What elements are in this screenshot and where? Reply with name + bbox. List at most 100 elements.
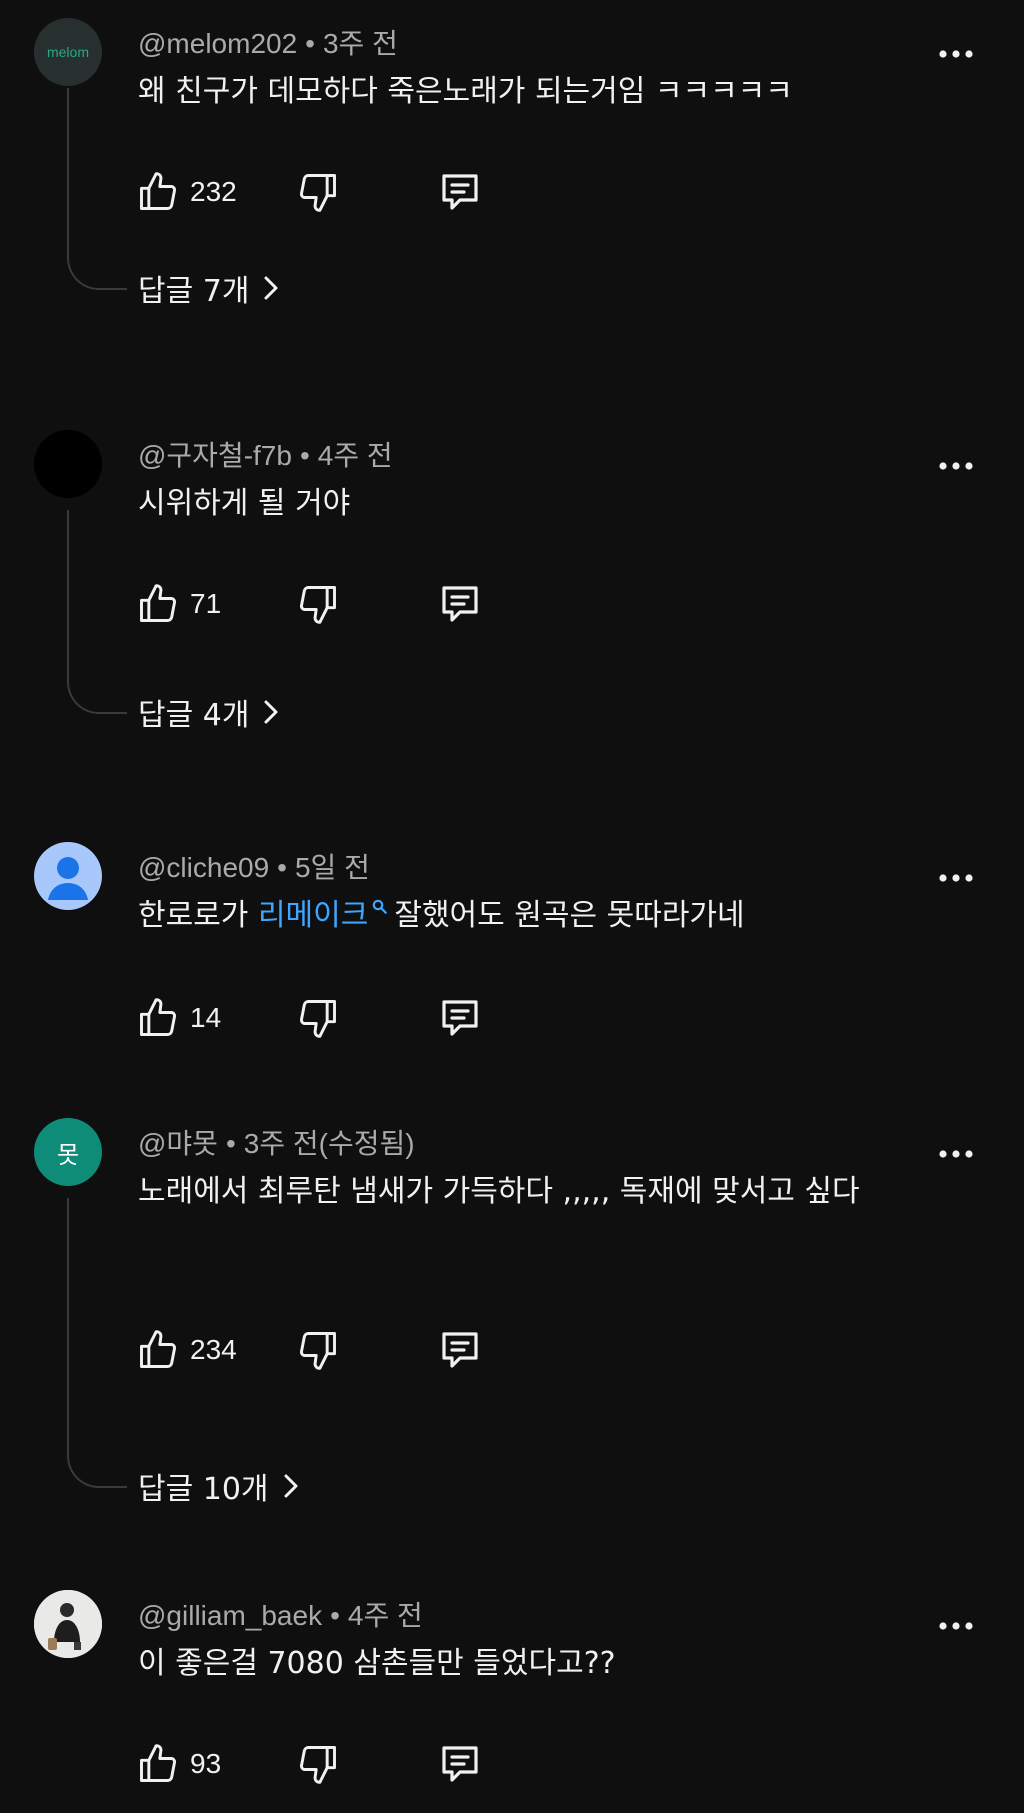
dislike-button[interactable] — [296, 1324, 340, 1376]
like-count: 14 — [190, 1002, 222, 1033]
like-count: 93 — [190, 1748, 222, 1779]
show-replies-button[interactable]: 답글 4개 — [138, 688, 279, 736]
avatar[interactable] — [34, 1590, 102, 1658]
more-vertical-dots-icon — [939, 462, 973, 470]
replies-count-label: 답글 7개 — [138, 274, 250, 309]
more-vertical-dots-icon — [939, 1150, 973, 1158]
dislike-button[interactable] — [296, 578, 340, 630]
reply-button[interactable] — [436, 578, 484, 630]
avatar-text: 못 — [56, 1140, 80, 1169]
default-user-icon — [48, 857, 88, 900]
avatar-text: melom — [46, 44, 89, 60]
avatar[interactable] — [34, 842, 102, 910]
comment-text: 노래에서 최루탄 냄새가 가득하다 ,,,,, 독재에 맞서고 싶다 — [138, 1174, 860, 1209]
like-count: 232 — [190, 176, 237, 207]
thumbs-up-icon — [140, 1744, 177, 1782]
comment-actions: 93 — [136, 1738, 496, 1790]
thumbs-down-icon — [299, 586, 336, 624]
comment-meta: @cliche09 • 5일 전 — [138, 846, 370, 886]
more-actions-button[interactable] — [936, 456, 976, 476]
thread-line — [67, 1198, 127, 1488]
thread-line — [67, 510, 127, 714]
thumbs-up-icon — [140, 172, 177, 210]
comment-text: 시위하게 될 거야 — [138, 486, 351, 521]
like-count: 71 — [190, 588, 222, 619]
comment-text: 한로로가 리메이크 잘했어도 원곡은 못따라가네 — [138, 890, 918, 942]
dislike-button[interactable] — [296, 992, 340, 1044]
comment-actions: 232 — [136, 166, 496, 218]
comment-time[interactable]: 4주 전 — [318, 440, 393, 471]
more-actions-button[interactable] — [936, 1144, 976, 1164]
reply-button[interactable] — [436, 166, 484, 218]
reply-button[interactable] — [436, 992, 484, 1044]
thumbs-down-icon — [299, 1000, 336, 1038]
thread-line — [67, 88, 127, 290]
more-actions-button[interactable] — [936, 868, 976, 888]
more-vertical-dots-icon — [939, 874, 973, 882]
meta-separator: • — [299, 440, 310, 471]
comment-meta: @gilliam_baek • 4주 전 — [138, 1594, 423, 1634]
thumbs-down-icon — [299, 174, 336, 212]
chevron-right-icon — [264, 700, 278, 724]
comment-icon — [442, 586, 478, 622]
reply-button[interactable] — [436, 1738, 484, 1790]
comment-text-part: 잘했어도 원곡은 못따라가네 — [394, 898, 745, 933]
more-actions-button[interactable] — [936, 1616, 976, 1636]
comment-icon — [442, 1746, 478, 1782]
comment-time[interactable]: 3주 전(수정됨) — [244, 1128, 415, 1159]
comment-icon — [442, 1332, 478, 1368]
replies-count-label: 답글 10개 — [138, 1472, 269, 1507]
comment-meta: @구자철-f7b • 4주 전 — [138, 434, 393, 474]
dislike-button[interactable] — [296, 166, 340, 218]
comment-icon — [442, 174, 478, 210]
author-name[interactable]: @gilliam_baek — [138, 1600, 322, 1631]
comment-time[interactable]: 3주 전 — [323, 28, 398, 59]
comment-text: 이 좋은걸 7080 삼촌들만 들었다고?? — [138, 1646, 616, 1681]
comment-actions: 234 — [136, 1324, 496, 1376]
more-actions-button[interactable] — [936, 44, 976, 64]
meta-separator: • — [277, 852, 287, 883]
comment-time[interactable]: 5일 전 — [295, 852, 370, 883]
avatar[interactable]: 못 — [34, 1118, 102, 1186]
more-vertical-dots-icon — [939, 50, 973, 58]
show-replies-button[interactable]: 답글 10개 — [138, 1462, 299, 1510]
comment-text: 왜 친구가 데모하다 죽은노래가 되는거임 ㅋㅋㅋㅋㅋ — [138, 74, 793, 109]
comment-text-part: 한로로가 — [138, 898, 258, 933]
like-count: 234 — [190, 1334, 237, 1365]
thumbs-down-icon — [299, 1746, 336, 1784]
chevron-right-icon — [284, 1474, 298, 1498]
search-link[interactable]: 리메이크 — [258, 898, 368, 933]
search-icon[interactable] — [372, 899, 388, 915]
chevron-right-icon — [264, 276, 278, 300]
like-button[interactable]: 93 — [136, 1738, 221, 1790]
thumbs-down-icon — [299, 1332, 336, 1370]
meta-separator: • — [330, 1600, 340, 1631]
comments-list: melom @melom202 • 3주 전 왜 친구가 데모하다 죽은노래가 되는… — [0, 0, 1024, 1813]
author-name[interactable]: @구자철-f7b — [138, 440, 292, 471]
avatar[interactable]: melom — [34, 18, 102, 86]
more-vertical-dots-icon — [939, 1622, 973, 1630]
reply-button[interactable] — [436, 1324, 484, 1376]
meta-separator: • — [305, 28, 315, 59]
avatar[interactable] — [34, 430, 102, 498]
author-name[interactable]: @melom202 — [138, 28, 297, 59]
thumbs-up-icon — [140, 584, 177, 622]
comment-meta: @먀못 • 3주 전(수정됨) — [138, 1122, 415, 1162]
meta-separator: • — [225, 1128, 236, 1159]
comment-time[interactable]: 4주 전 — [348, 1600, 423, 1631]
comment-meta: @melom202 • 3주 전 — [138, 22, 398, 62]
like-button[interactable]: 234 — [136, 1324, 237, 1376]
thumbs-up-icon — [140, 1330, 177, 1368]
replies-count-label: 답글 4개 — [138, 698, 250, 733]
like-button[interactable]: 232 — [136, 166, 237, 218]
profile-photo-icon — [34, 1590, 102, 1658]
comment-actions: 14 — [136, 992, 496, 1044]
author-name[interactable]: @cliche09 — [138, 852, 269, 883]
dislike-button[interactable] — [296, 1738, 340, 1790]
show-replies-button[interactable]: 답글 7개 — [138, 264, 279, 312]
comment-icon — [442, 1000, 478, 1036]
like-button[interactable]: 71 — [136, 578, 221, 630]
like-button[interactable]: 14 — [136, 992, 221, 1044]
comment-actions: 71 — [136, 578, 496, 630]
author-name[interactable]: @먀못 — [138, 1128, 218, 1159]
